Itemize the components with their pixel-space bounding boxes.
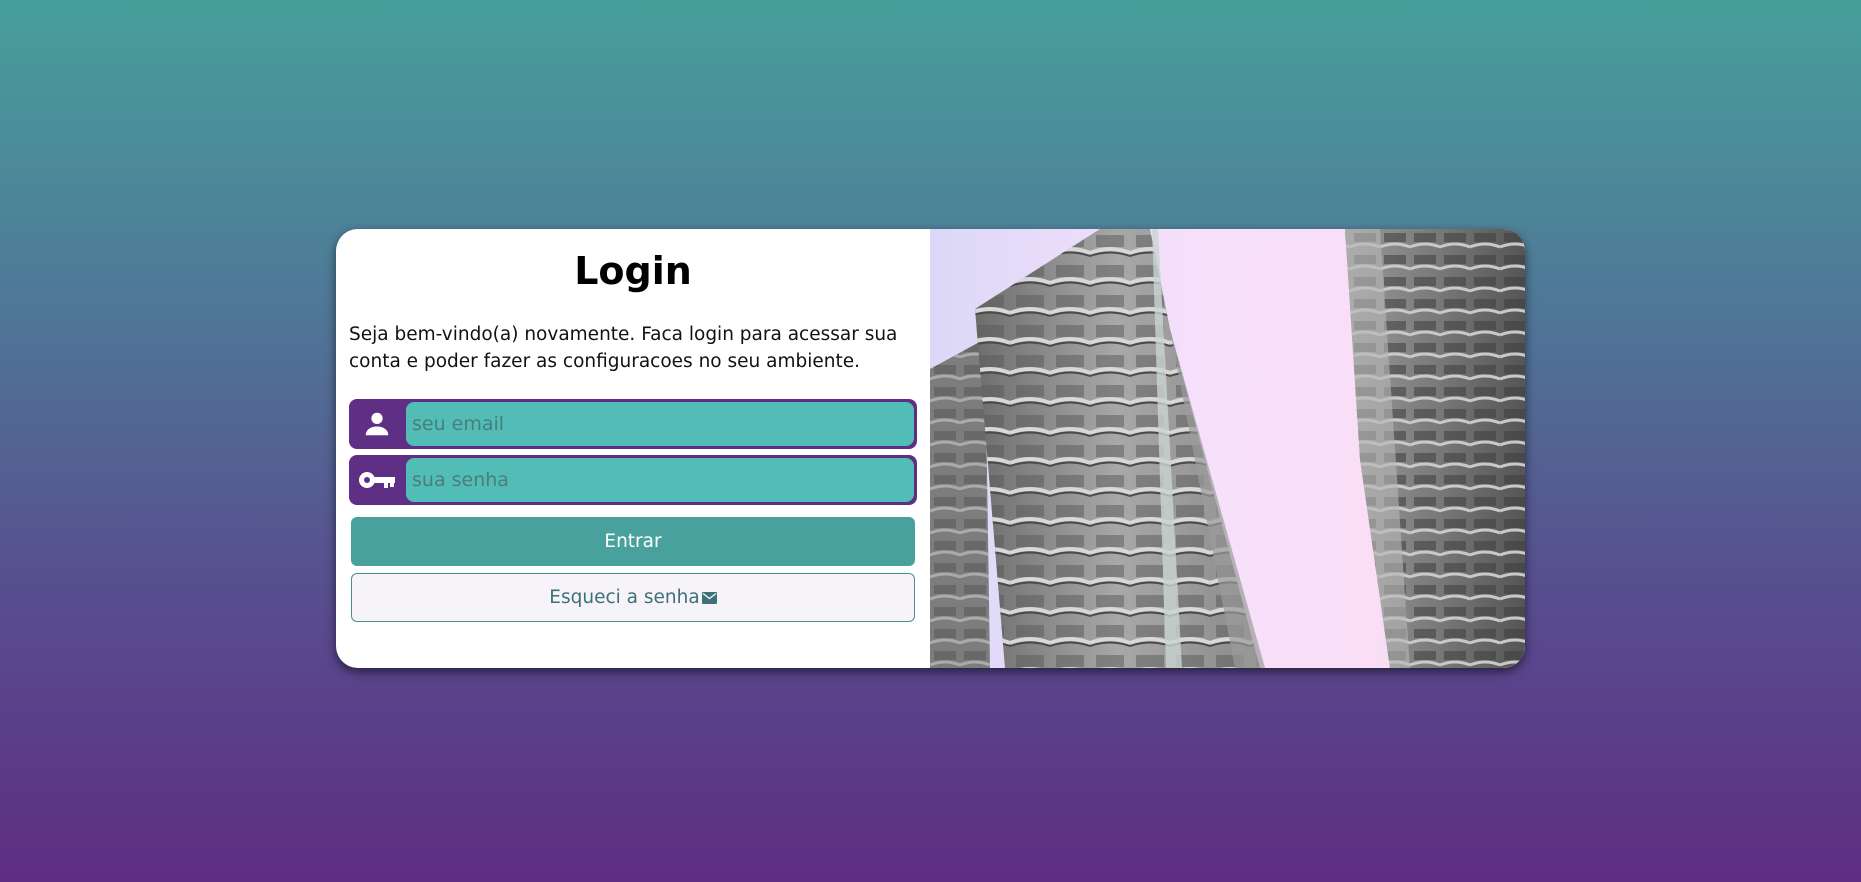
key-icon [349,455,405,505]
email-input[interactable] [406,402,914,446]
login-card: Login Seja bem-vindo(a) novamente. Faca … [336,229,1525,668]
page-title: Login [574,249,692,293]
email-field-group [349,399,917,449]
person-icon [349,399,405,449]
login-button[interactable]: Entrar [351,517,915,566]
welcome-text: Seja bem-vindo(a) novamente. Faca login … [349,324,898,372]
password-input[interactable] [406,458,914,502]
forgot-password-button[interactable]: Esqueci a senha [351,573,915,622]
password-field-group [349,455,917,505]
building-photo [930,229,1525,668]
envelope-icon [701,591,717,604]
forgot-password-label: Esqueci a senha [549,587,700,608]
login-form-panel: Login Seja bem-vindo(a) novamente. Faca … [336,229,930,668]
